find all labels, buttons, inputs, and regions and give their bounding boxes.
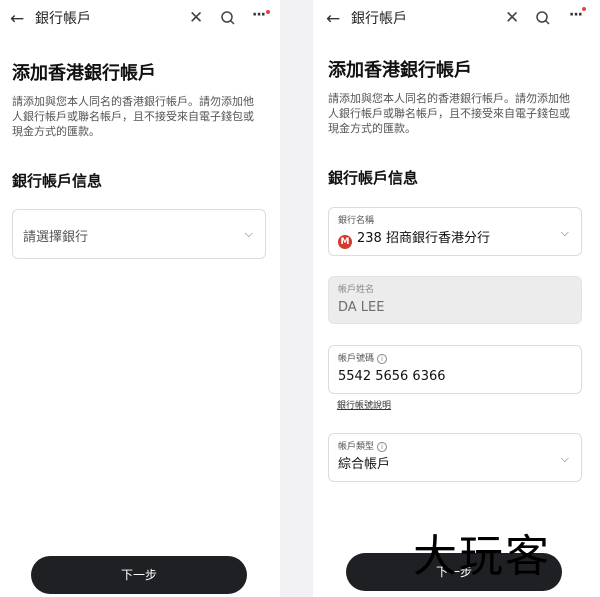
account-number-label: 帳戶號碼 i xyxy=(338,353,388,365)
account-name-value: DA LEE xyxy=(338,300,385,315)
watermark: 大玩客 xyxy=(413,531,551,582)
bank-name-value: M 238 招商銀行香港分行 xyxy=(338,230,490,249)
bank-name-select[interactable]: 銀行名稱 M 238 招商銀行香港分行 ⌵ xyxy=(328,207,582,256)
top-bar: ← 銀行帳戶 ✕ ··· xyxy=(313,0,600,38)
chevron-down-icon: ⌵ xyxy=(244,227,253,240)
page-heading: 添加香港銀行帳戶 xyxy=(12,63,156,84)
account-type-value: 綜合帳戶 xyxy=(338,457,391,472)
screen-filled-form: ← 銀行帳戶 ✕ ··· 添加香港銀行帳戶 請添加與您本人同名的香港銀行帳戶。請… xyxy=(313,0,600,597)
bank-logo-icon: M xyxy=(338,235,352,249)
more-dots-icon[interactable]: ··· xyxy=(252,5,266,25)
page-heading: 添加香港銀行帳戶 xyxy=(328,60,472,81)
search-icon[interactable] xyxy=(220,10,236,26)
bank-select[interactable]: 請選擇銀行 ⌵ xyxy=(12,209,266,259)
chevron-down-icon: ⌵ xyxy=(560,226,569,239)
next-button[interactable]: 下一步 xyxy=(31,556,247,594)
page-title: 銀行帳戶 xyxy=(351,11,407,27)
search-icon[interactable] xyxy=(535,10,551,26)
more-dots-icon[interactable]: ··· xyxy=(569,5,583,25)
account-number-input[interactable]: 帳戶號碼 i 5542 5656 6366 xyxy=(328,345,582,394)
arrow-left-icon[interactable]: ← xyxy=(326,9,340,29)
page-description: 請添加與您本人同名的香港銀行帳戶。請勿添加他人銀行帳戶或聯名帳戶，且不接受來自電… xyxy=(12,95,254,138)
account-number-value: 5542 5656 6366 xyxy=(338,369,446,384)
notification-dot xyxy=(266,10,270,14)
account-type-select[interactable]: 帳戶類型 i 綜合帳戶 ⌵ xyxy=(328,433,582,482)
page-title: 銀行帳戶 xyxy=(35,11,91,27)
bank-select-placeholder: 請選擇銀行 xyxy=(23,230,89,245)
bank-name-label: 銀行名稱 xyxy=(338,216,375,226)
chevron-down-icon: ⌵ xyxy=(560,452,569,465)
top-bar: ← 銀行帳戶 ✕ ··· xyxy=(0,0,280,38)
account-type-label: 帳戶類型 i xyxy=(338,441,388,453)
account-number-help-link[interactable]: 銀行帳號說明 xyxy=(337,398,391,411)
close-icon[interactable]: ✕ xyxy=(189,8,203,28)
account-name-label: 帳戶姓名 xyxy=(338,285,375,295)
section-title: 銀行帳戶信息 xyxy=(328,169,419,187)
section-title: 銀行帳戶信息 xyxy=(12,172,103,190)
info-icon[interactable]: i xyxy=(377,442,388,452)
info-icon[interactable]: i xyxy=(377,354,388,364)
close-icon[interactable]: ✕ xyxy=(505,8,519,28)
screen-empty-form: ← 銀行帳戶 ✕ ··· 添加香港銀行帳戶 請添加與您本人同名的香港銀行帳戶。請… xyxy=(0,0,280,597)
notification-dot xyxy=(582,7,586,11)
account-name-field: 帳戶姓名 DA LEE xyxy=(328,276,582,324)
arrow-left-icon[interactable]: ← xyxy=(10,9,24,29)
page-description: 請添加與您本人同名的香港銀行帳戶。請勿添加他人銀行帳戶或聯名帳戶，且不接受來自電… xyxy=(328,92,570,135)
